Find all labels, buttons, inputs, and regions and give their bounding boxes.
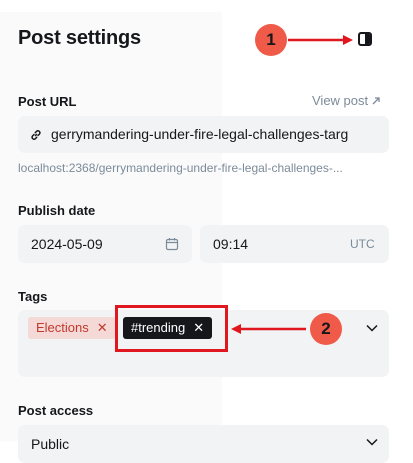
step-badge-1: 1 [255, 24, 287, 56]
step-badge-2: 2 [310, 313, 342, 345]
annotation-arrows [231, 35, 353, 334]
